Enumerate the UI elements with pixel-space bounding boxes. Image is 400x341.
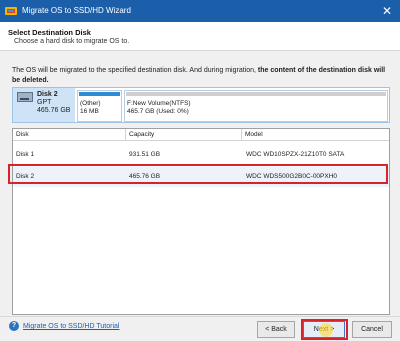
disk-map-name: Disk 2 <box>37 91 58 98</box>
table-row[interactable]: Disk 1 931.51 GB WDC WD10SPZX-21Z10T0 SA… <box>13 145 389 165</box>
column-header-capacity[interactable]: Capacity <box>126 129 242 141</box>
disk-map-size: 465.76 GB <box>37 107 71 114</box>
window-title: Migrate OS to SSD/HD Wizard <box>22 6 131 15</box>
disk-map-style: GPT <box>37 99 52 106</box>
notice-text: The OS will be migrated to the specified… <box>12 67 258 74</box>
disk-map-info: Disk 2 GPT 465.76 GB <box>13 88 75 122</box>
page-subtitle: Choose a hard disk to migrate OS to. <box>14 38 130 45</box>
back-button[interactable]: < Back <box>257 321 295 338</box>
partition-label: F:New Volume(NTFS) <box>127 100 191 107</box>
footer-divider <box>0 316 400 317</box>
partition-meta: 16 MB <box>80 108 99 115</box>
mouse-cursor-highlight <box>319 323 333 337</box>
partition-usage-bar <box>126 92 386 96</box>
column-header-model[interactable]: Model <box>242 129 389 141</box>
cell-capacity: 931.51 GB <box>129 151 161 158</box>
column-header-disk[interactable]: Disk <box>13 129 126 141</box>
cell-model: WDC WD10SPZX-21Z10T0 SATA <box>246 151 345 158</box>
migration-notice: The OS will be migrated to the specified… <box>12 66 390 86</box>
partition-meta: 465.7 GB (Used: 0%) <box>127 108 189 115</box>
selected-row-highlight <box>8 164 388 184</box>
cancel-button[interactable]: Cancel <box>352 321 392 338</box>
cell-disk: Disk 1 <box>16 151 35 158</box>
tutorial-link[interactable]: Migrate OS to SSD/HD Tutorial <box>23 323 119 330</box>
partition-other[interactable]: (Other) 16 MB <box>77 90 122 122</box>
disk-table: Disk Capacity Model Disk 1 931.51 GB WDC… <box>12 128 390 315</box>
page-title: Select Destination Disk <box>8 28 91 37</box>
wizard-content: The OS will be migrated to the specified… <box>0 51 400 341</box>
partition-new-volume[interactable]: F:New Volume(NTFS) 465.7 GB (Used: 0%) <box>124 90 388 122</box>
wizard-app-icon <box>5 7 17 15</box>
partition-usage-bar <box>79 92 120 96</box>
wizard-header: Select Destination Disk Choose a hard di… <box>0 22 400 51</box>
window-titlebar: Migrate OS to SSD/HD Wizard ✕ <box>0 0 400 22</box>
disk-map[interactable]: Disk 2 GPT 465.76 GB (Other) 16 MB F:New… <box>12 87 390 123</box>
help-icon[interactable]: ? <box>9 321 19 331</box>
hard-disk-icon <box>17 92 33 102</box>
close-icon[interactable]: ✕ <box>379 2 395 20</box>
partition-label: (Other) <box>80 100 101 107</box>
